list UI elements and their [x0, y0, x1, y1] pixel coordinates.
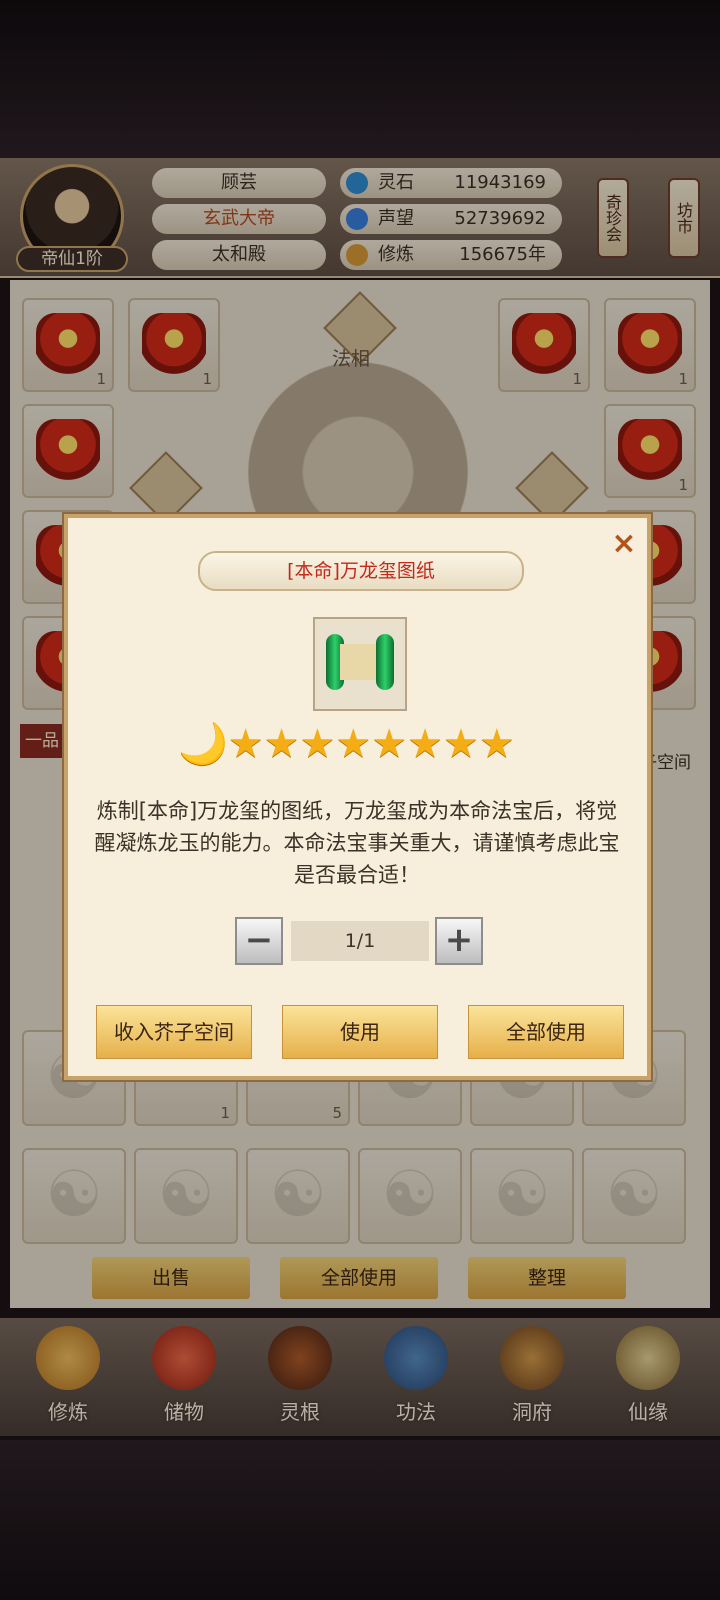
- quantity-field[interactable]: 1/1: [291, 921, 429, 961]
- close-icon[interactable]: ×: [606, 526, 642, 562]
- decrease-button[interactable]: −: [235, 917, 283, 965]
- blueprint-scroll-icon: [326, 634, 394, 690]
- increase-button[interactable]: +: [435, 917, 483, 965]
- star-rating: 🌙★★★★★★★★: [178, 721, 515, 767]
- item-description: 炼制[本命]万龙玺的图纸，万龙玺成为本命法宝后，将觉醒凝炼龙玉的能力。本命法宝事…: [94, 799, 620, 887]
- use-all-dialog-button[interactable]: 全部使用: [468, 1005, 624, 1059]
- store-to-space-button[interactable]: 收入芥子空间: [96, 1005, 252, 1059]
- use-button[interactable]: 使用: [282, 1005, 438, 1059]
- dialog-title: [本命]万龙玺图纸: [287, 560, 435, 582]
